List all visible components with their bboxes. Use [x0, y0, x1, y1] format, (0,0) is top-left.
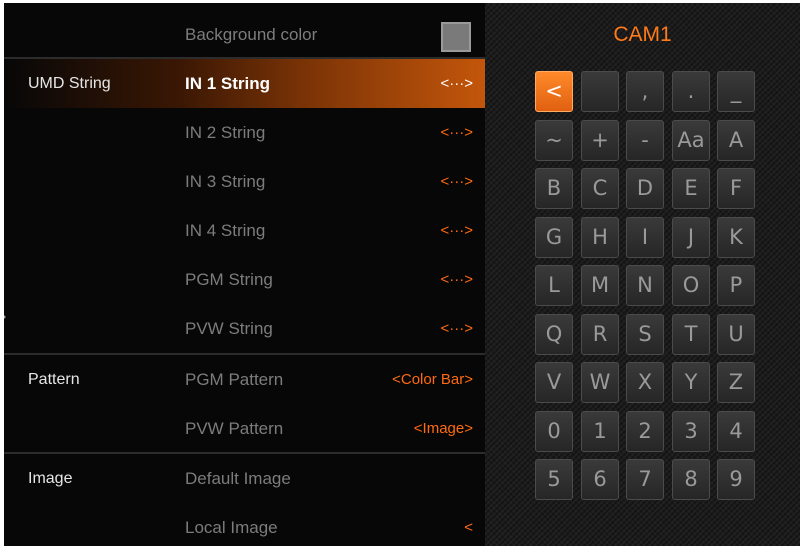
menu-row-value: <···> [440, 124, 473, 141]
key-6-3[interactable]: Y [672, 362, 710, 403]
menu-row-label: IN 3 String [185, 172, 266, 191]
menu-row-label: PGM String [185, 270, 273, 289]
menu-row-value: <···> [440, 271, 473, 288]
menu-row-in1-string[interactable]: UMD String IN 1 String <···> [4, 59, 485, 108]
menu-row-pgm-string[interactable]: PGM String <···> [4, 255, 485, 304]
menu-row-background-color[interactable]: Background color [4, 10, 485, 59]
menu-row-value: <···> [440, 320, 473, 337]
key-6-2[interactable]: X [626, 362, 664, 403]
key-4-3[interactable]: O [672, 265, 710, 306]
menu-row-in2-string[interactable]: IN 2 String <···> [4, 108, 485, 157]
menu-row-label: Local Image [185, 518, 278, 537]
color-swatch[interactable] [441, 22, 471, 52]
key-0-4[interactable]: _ [717, 71, 755, 112]
menu-row-pvw-string[interactable]: PVW String <···> [4, 304, 485, 353]
key-6-4[interactable]: Z [717, 362, 755, 403]
key-3-1[interactable]: H [581, 217, 619, 258]
key-6-0[interactable]: V [535, 362, 573, 403]
key-4-1[interactable]: M [581, 265, 619, 306]
key-5-0[interactable]: Q [535, 314, 573, 355]
menu-row-local-image[interactable]: Local Image < [4, 503, 485, 546]
menu-row-label: Background color [185, 25, 318, 44]
menu-row-value: <Color Bar> [392, 371, 473, 388]
key-2-1[interactable]: C [581, 168, 619, 209]
menu-row-label: PVW String [185, 319, 273, 338]
on-screen-keyboard-panel: CAM1 <,. _ ~ + - Aa A B C D E F G H I J K L M N O P Q R S T U V W X Y Z… [485, 3, 800, 546]
menu-row-label: IN 1 String [185, 74, 271, 93]
menu-row-value: <Image> [413, 420, 473, 437]
category-label-umd-string: UMD String [28, 75, 111, 92]
key-4-4[interactable]: P [717, 265, 755, 306]
key-7-4[interactable]: 4 [717, 411, 755, 452]
key-1-0[interactable]: ~ [535, 120, 573, 161]
key-5-3[interactable]: T [672, 314, 710, 355]
key-2-0[interactable]: B [535, 168, 573, 209]
key-0-0[interactable]: < [535, 71, 573, 112]
key-2-3[interactable]: E [672, 168, 710, 209]
menu-row-label: IN 4 String [185, 221, 266, 240]
key-4-2[interactable]: N [626, 265, 664, 306]
key-3-3[interactable]: J [672, 217, 710, 258]
key-3-0[interactable]: G [535, 217, 573, 258]
key-0-2[interactable]: , [626, 71, 664, 112]
key-0-1[interactable] [581, 71, 619, 112]
menu-row-pvw-pattern[interactable]: PVW Pattern <Image> [4, 404, 485, 453]
key-7-2[interactable]: 2 [626, 411, 664, 452]
key-3-4[interactable]: K [717, 217, 755, 258]
key-1-1[interactable]: + [581, 120, 619, 161]
key-4-0[interactable]: L [535, 265, 573, 306]
settings-menu: Background color UMD String IN 1 String … [4, 3, 485, 546]
key-6-1[interactable]: W [581, 362, 619, 403]
key-0-3[interactable]: . [672, 71, 710, 112]
key-5-2[interactable]: S [626, 314, 664, 355]
key-7-0[interactable]: 0 [535, 411, 573, 452]
key-3-2[interactable]: I [626, 217, 664, 258]
menu-row-value: <···> [440, 173, 473, 190]
category-label-pattern: Pattern [28, 371, 80, 388]
menu-row-value: <···> [440, 75, 473, 92]
key-1-4[interactable]: A [717, 120, 755, 161]
key-8-4[interactable]: 9 [717, 459, 755, 500]
key-7-3[interactable]: 3 [672, 411, 710, 452]
key-8-2[interactable]: 7 [626, 459, 664, 500]
menu-row-in3-string[interactable]: IN 3 String <···> [4, 157, 485, 206]
key-5-4[interactable]: U [717, 314, 755, 355]
key-8-1[interactable]: 6 [581, 459, 619, 500]
scroll-marker-icon [4, 311, 6, 323]
key-1-2[interactable]: - [626, 120, 664, 161]
key-1-3[interactable]: Aa [672, 120, 710, 161]
key-2-4[interactable]: F [717, 168, 755, 209]
app-frame: Background color UMD String IN 1 String … [4, 3, 800, 546]
menu-row-default-image[interactable]: Image Default Image [4, 454, 485, 503]
key-7-1[interactable]: 1 [581, 411, 619, 452]
camera-name-title: CAM1 [613, 23, 672, 46]
key-5-1[interactable]: R [581, 314, 619, 355]
menu-row-value: <···> [440, 222, 473, 239]
menu-row-label: PGM Pattern [185, 370, 284, 389]
menu-row-label: IN 2 String [185, 123, 266, 142]
menu-row-value: < [464, 519, 473, 536]
key-8-3[interactable]: 8 [672, 459, 710, 500]
menu-row-label: Default Image [185, 469, 291, 488]
menu-row-pgm-pattern[interactable]: Pattern PGM Pattern <Color Bar> [4, 355, 485, 404]
category-label-image: Image [28, 470, 73, 487]
menu-row-in4-string[interactable]: IN 4 String <···> [4, 206, 485, 255]
key-8-0[interactable]: 5 [535, 459, 573, 500]
key-2-2[interactable]: D [626, 168, 664, 209]
menu-row-label: PVW Pattern [185, 419, 284, 438]
